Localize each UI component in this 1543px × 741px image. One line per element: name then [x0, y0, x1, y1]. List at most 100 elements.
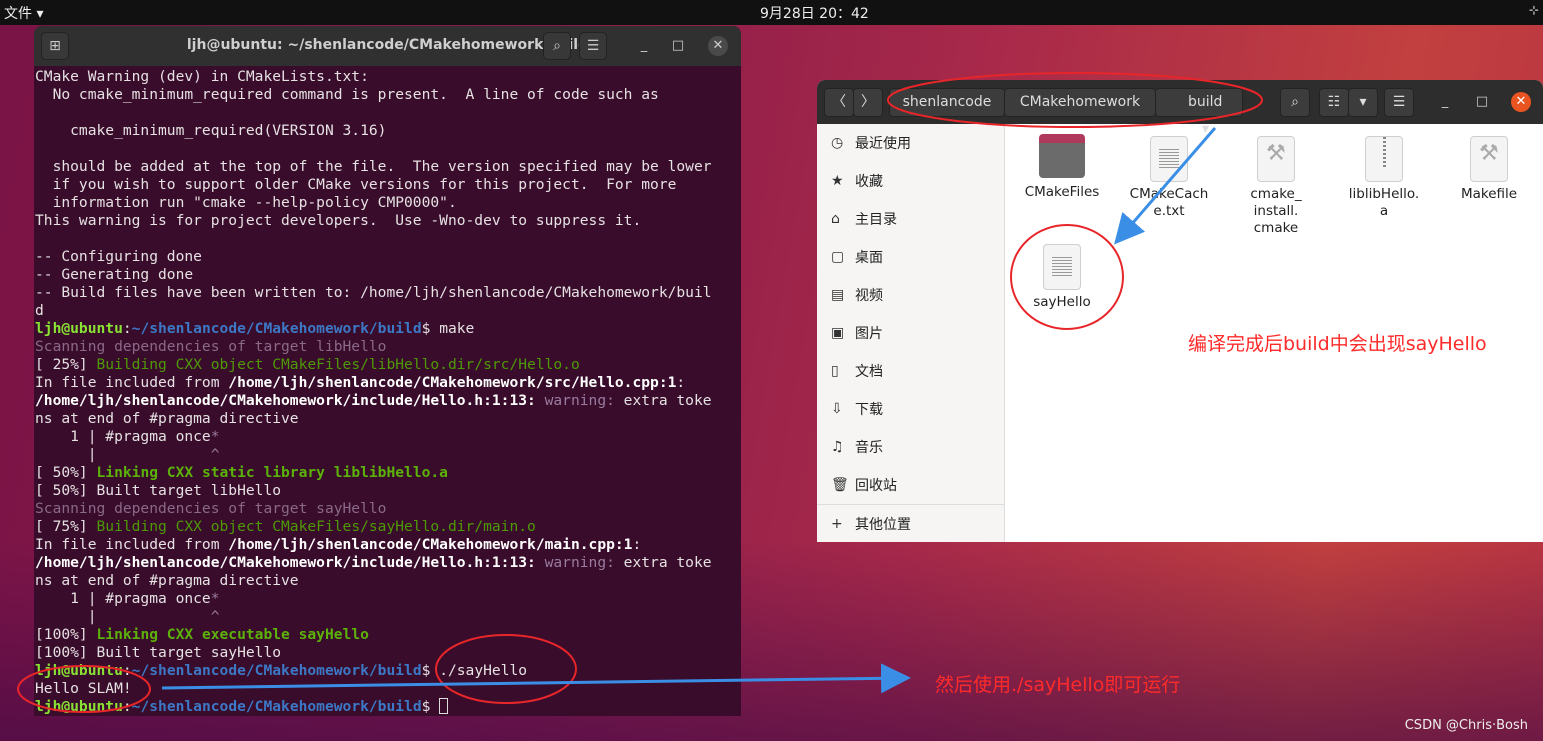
terminal-line: -- Generating done — [35, 266, 712, 284]
sidebar-item-label: 主目录 — [855, 212, 897, 228]
terminal-text: -- Configuring done — [35, 248, 202, 265]
image-icon: ▣ — [831, 325, 845, 341]
breadcrumb-build[interactable]: build ▾ — [1155, 88, 1243, 137]
terminal-line: -- Build files have been written to: /ho… — [35, 284, 712, 302]
terminal-text: ~/shenlancode/CMakehomework/build — [131, 662, 422, 679]
file-name: sayHello — [1033, 294, 1091, 310]
file-item[interactable]: liblibHello. a — [1334, 130, 1434, 220]
terminal-line: 1 | #pragma once* — [35, 590, 712, 608]
sidebar-item[interactable]: ◷ 最近使用 — [817, 124, 1004, 162]
view-options-chevron-icon[interactable]: ▾ — [1348, 88, 1378, 117]
sidebar-item[interactable]: ⇩ 下载 — [817, 390, 1004, 428]
terminal-text: Scanning dependencies of target sayHello — [35, 500, 387, 517]
forward-button[interactable]: 〉 — [853, 88, 883, 117]
cursor — [439, 698, 449, 714]
terminal-line: [ 75%] Building CXX object CMakeFiles/sa… — [35, 518, 712, 536]
terminal-line: ns at end of #pragma directive — [35, 410, 712, 428]
file-item[interactable]: sayHello — [1012, 238, 1112, 311]
terminal-text: if you wish to support older CMake versi… — [35, 176, 677, 193]
menu-icon[interactable]: ☰ — [579, 32, 607, 60]
file-item[interactable]: CMakeFiles — [1012, 130, 1112, 201]
download-icon: ⇩ — [831, 401, 843, 417]
clock[interactable]: 9月28日 20：42 — [760, 3, 869, 23]
terminal-text: /home/ljh/shenlancode/CMakehomework/main… — [228, 536, 633, 553]
minimize-icon[interactable]: _ — [634, 36, 654, 56]
terminal-line: | ^ — [35, 608, 712, 626]
sidebar-item-label: 文档 — [855, 364, 883, 380]
terminal-line: if you wish to support older CMake versi… — [35, 176, 712, 194]
sidebar-item[interactable]: ⌂ 主目录 — [817, 200, 1004, 238]
sidebar-item[interactable]: ▤ 视频 — [817, 276, 1004, 314]
terminal-line: Scanning dependencies of target sayHello — [35, 500, 712, 518]
terminal-line: Scanning dependencies of target libHello — [35, 338, 712, 356]
top-bar: 文件 ▾ 9月28日 20：42 ⊹ — [0, 0, 1543, 25]
sidebar-item[interactable]: ♫ 音乐 — [817, 428, 1004, 466]
file-item[interactable]: ⚒ cmake_ install. cmake — [1226, 130, 1326, 237]
annotation-build-result: 编译完成后build中会出现sayHello — [1188, 333, 1487, 355]
terminal-text: | — [35, 446, 211, 463]
terminal-text: d — [35, 302, 44, 319]
menu-icon[interactable]: ☰ — [1384, 88, 1414, 117]
sidebar-item[interactable]: ★ 收藏 — [817, 162, 1004, 200]
terminal-text: [ 50%] — [35, 464, 97, 481]
search-icon[interactable]: ⌕ — [1280, 88, 1310, 117]
close-icon[interactable]: ✕ — [708, 36, 728, 56]
folder-icon — [1039, 134, 1085, 178]
sidebar-item[interactable]: 🗑 回收站 — [817, 466, 1004, 504]
terminal-line: /home/ljh/shenlancode/CMakehomework/incl… — [35, 554, 712, 572]
terminal-line: CMake Warning (dev) in CMakeLists.txt: — [35, 68, 712, 86]
terminal-output[interactable]: CMake Warning (dev) in CMakeLists.txt: N… — [35, 68, 712, 716]
sidebar-item[interactable]: + 其他位置 — [817, 504, 1004, 542]
file-name: CMakeFiles — [1024, 184, 1100, 200]
sidebar-item-label: 下载 — [855, 402, 883, 418]
maximize-icon[interactable]: □ — [668, 36, 688, 56]
terminal-line: ns at end of #pragma directive — [35, 572, 712, 590]
file-name: cmake_ install. cmake — [1250, 186, 1302, 236]
terminal-text: [100%] Built target sayHello — [35, 644, 282, 661]
close-icon[interactable]: ✕ — [1511, 92, 1531, 112]
terminal-text: should be added at the top of the file. … — [35, 158, 712, 175]
script-file-icon: ⚒ — [1470, 136, 1508, 182]
document-icon: ▯ — [831, 363, 839, 379]
terminal-line: [ 50%] Linking CXX static library liblib… — [35, 464, 712, 482]
sidebar-item-label: 桌面 — [855, 250, 883, 266]
terminal-text: cmake_minimum_required(VERSION 3.16) — [35, 122, 387, 139]
maximize-icon[interactable]: □ — [1472, 92, 1492, 112]
terminal-text: Building CXX object CMakeFiles/sayHello.… — [96, 518, 536, 535]
sidebar-item[interactable]: ▢ 桌面 — [817, 238, 1004, 276]
terminal-text: : — [122, 320, 132, 337]
sidebar-item[interactable]: ▣ 图片 — [817, 314, 1004, 352]
search-icon[interactable]: ⌕ — [543, 32, 571, 60]
app-menu[interactable]: 文件 ▾ — [4, 3, 43, 23]
terminal-line: /home/ljh/shenlancode/CMakehomework/incl… — [35, 392, 712, 410]
terminal-text: warning: — [535, 554, 615, 571]
file-item[interactable]: CMakeCach e.txt — [1119, 130, 1219, 220]
terminal-text: CMake Warning (dev) in CMakeLists.txt: — [35, 68, 369, 85]
network-icon[interactable]: ⊹ — [1529, 3, 1539, 17]
terminal-text: ~/shenlancode/CMakehomework/build — [131, 698, 422, 715]
terminal-line: ljh@ubuntu:~/shenlancode/CMakehomework/b… — [35, 320, 712, 338]
terminal-line: ljh@ubuntu:~/shenlancode/CMakehomework/b… — [35, 698, 712, 716]
file-item[interactable]: ⚒ Makefile — [1439, 130, 1539, 203]
terminal-text: | — [35, 608, 211, 625]
terminal-text: : — [122, 662, 132, 679]
terminal-text: [ 25%] — [35, 356, 97, 373]
file-name: liblibHello. a — [1348, 186, 1420, 219]
terminal-line: In file included from /home/ljh/shenlanc… — [35, 536, 712, 554]
list-view-icon[interactable]: ☷ — [1319, 88, 1349, 117]
breadcrumb-cmakehomework[interactable]: CMakehomework — [1004, 88, 1156, 117]
terminal-text: This warning is for project developers. … — [35, 212, 642, 229]
minimize-icon[interactable]: _ — [1435, 92, 1455, 112]
terminal-line: [ 50%] Built target libHello — [35, 482, 712, 500]
terminal-text: -- Generating done — [35, 266, 194, 283]
breadcrumb-shenlancode[interactable]: shenlancode — [889, 88, 1005, 117]
video-icon: ▤ — [831, 287, 845, 303]
terminal-line: In file included from /home/ljh/shenlanc… — [35, 374, 712, 392]
sidebar-item[interactable]: ▯ 文档 — [817, 352, 1004, 390]
back-button[interactable]: 〈 — [824, 88, 854, 117]
terminal-text: Scanning dependencies of target libHello — [35, 338, 387, 355]
terminal-text: warning: — [535, 392, 615, 409]
file-name: CMakeCach e.txt — [1129, 186, 1209, 219]
terminal-line: [100%] Linking CXX executable sayHello — [35, 626, 712, 644]
